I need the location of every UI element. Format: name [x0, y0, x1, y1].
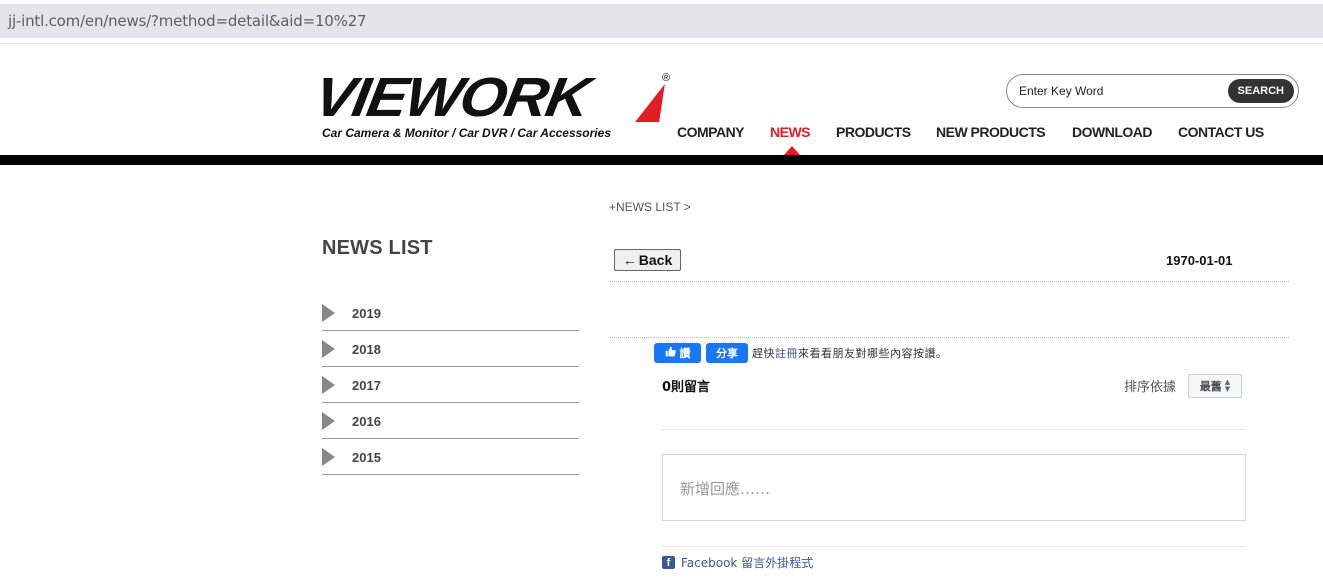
back-button[interactable]: ← Back	[614, 249, 681, 271]
year-label: 2016	[352, 414, 381, 429]
arrow-left-icon: ←	[622, 252, 637, 268]
year-item-2019[interactable]: 2019	[322, 295, 579, 331]
logo-tagline: Car Camera & Monitor / Car DVR / Car Acc…	[322, 126, 611, 140]
sidebar-title: NEWS LIST	[322, 237, 433, 259]
back-label: Back	[638, 252, 673, 268]
year-item-2017[interactable]: 2017	[322, 367, 579, 403]
triangle-right-icon	[322, 412, 335, 430]
address-field[interactable]: jj-intl.com/en/news/?method=detail&aid=1…	[0, 4, 1323, 38]
thumbs-up-icon	[665, 346, 676, 360]
divider	[609, 337, 1289, 338]
updown-caret-icon: ▲ ▼	[1224, 378, 1231, 393]
triangle-right-icon	[322, 448, 335, 466]
nav-new-products[interactable]: NEW PRODUCTS	[936, 124, 1046, 140]
fb-prompt-prefix: 趕快	[752, 347, 775, 360]
divider	[609, 281, 1289, 282]
year-label: 2018	[352, 342, 381, 357]
search-input[interactable]	[1019, 81, 1219, 101]
year-item-2018[interactable]: 2018	[322, 331, 579, 367]
fb-prompt-suffix: 來看看朋友對哪些內容按讚。	[798, 347, 948, 360]
triangle-right-icon	[322, 376, 335, 394]
nav-products[interactable]: PRODUCTS	[836, 124, 911, 140]
triangle-right-icon	[322, 340, 335, 358]
header-divider-bar	[0, 155, 1323, 165]
fb-signup-link[interactable]: 註冊	[775, 347, 798, 360]
year-label: 2019	[352, 306, 381, 321]
year-item-2015[interactable]: 2015	[322, 439, 579, 475]
year-label: 2015	[352, 450, 381, 465]
fb-comments-plugin-link[interactable]: f Facebook 留言外掛程式	[662, 554, 813, 570]
year-item-2016[interactable]: 2016	[322, 403, 579, 439]
fb-plugin-label: Facebook 留言外掛程式	[681, 555, 814, 570]
sort-value: 最舊	[1199, 380, 1222, 393]
divider	[662, 429, 1246, 430]
logo-red-accent	[635, 84, 677, 122]
triangle-right-icon	[322, 304, 335, 322]
active-nav-indicator	[784, 146, 800, 155]
nav-company[interactable]: COMPANY	[677, 124, 745, 140]
fb-share-button[interactable]: 分享	[706, 343, 748, 363]
breadcrumb[interactable]: +NEWS LIST >	[609, 200, 691, 214]
nav-download[interactable]: DOWNLOAD	[1072, 124, 1153, 140]
registered-mark: ®	[662, 72, 671, 84]
comment-count: 0則留言	[662, 380, 711, 395]
url-text[interactable]: jj-intl.com/en/news/?method=detail&aid=1…	[8, 12, 367, 30]
year-list: 2019 2018 2017 2016 2015	[322, 295, 579, 475]
comment-placeholder: 新增回應……	[680, 480, 771, 498]
nav-contact-us[interactable]: CONTACT US	[1178, 124, 1264, 140]
site-logo[interactable]: VIEWORK ® Car Camera & Monitor / Car DVR…	[310, 66, 680, 145]
comment-input[interactable]: 新增回應……	[662, 454, 1246, 521]
search-button[interactable]: SEARCH	[1227, 79, 1294, 103]
sort-label: 排序依據	[1124, 380, 1177, 395]
year-label: 2017	[352, 378, 381, 393]
nav-news[interactable]: NEWS	[770, 124, 811, 140]
search-bar: SEARCH	[1006, 74, 1299, 108]
fb-like-label: 讚	[679, 347, 691, 360]
browser-url-bar: jj-intl.com/en/news/?method=detail&aid=1…	[0, 0, 1323, 44]
fb-like-button[interactable]: 讚	[654, 343, 701, 363]
fb-like-prompt: 趕快註冊來看看朋友對哪些內容按讚。	[752, 345, 948, 361]
sort-select[interactable]: 最舊 ▲ ▼	[1188, 374, 1242, 398]
facebook-icon: f	[662, 555, 675, 569]
logo-wordmark: VIEWORK	[309, 66, 594, 128]
news-date: 1970-01-01	[1166, 253, 1233, 268]
divider	[662, 546, 1246, 547]
